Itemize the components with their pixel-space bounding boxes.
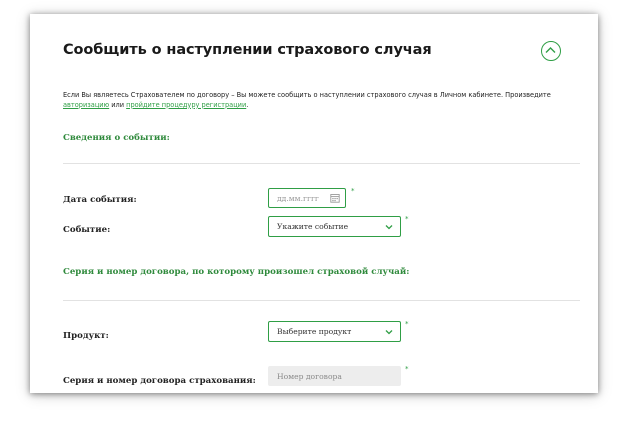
product-select-value: Выберите продукт bbox=[277, 327, 352, 336]
intro-text-main: Если Вы являетесь Страхователем по догов… bbox=[63, 91, 551, 99]
insurance-claim-form: Сообщить о наступлении страхового случая… bbox=[30, 14, 598, 393]
required-mark: * bbox=[405, 320, 409, 328]
chevron-up-icon bbox=[545, 47, 556, 53]
event-select[interactable]: Укажите событие bbox=[268, 216, 401, 237]
contract-number-label: Серия и номер договора страхования: bbox=[63, 376, 256, 386]
event-select-value: Укажите событие bbox=[277, 222, 349, 231]
contract-number-input[interactable]: Номер договора bbox=[268, 366, 401, 386]
collapse-button[interactable] bbox=[541, 41, 561, 61]
divider-event bbox=[63, 163, 580, 164]
event-label: Событие: bbox=[63, 225, 111, 235]
intro-text-or: или bbox=[109, 100, 127, 109]
event-date-label: Дата события: bbox=[63, 195, 137, 205]
calendar-icon bbox=[330, 194, 340, 203]
required-mark: * bbox=[351, 187, 355, 195]
product-select[interactable]: Выберите продукт bbox=[268, 321, 401, 342]
required-mark: * bbox=[405, 215, 409, 223]
contract-number-placeholder: Номер договора bbox=[277, 372, 342, 381]
chevron-down-icon bbox=[385, 330, 393, 335]
event-date-placeholder: дд.мм.гггг bbox=[277, 194, 319, 203]
intro-text-end: . bbox=[246, 100, 249, 109]
event-date-input[interactable]: дд.мм.гггг bbox=[268, 188, 346, 208]
divider-contract bbox=[63, 300, 580, 301]
chevron-down-icon bbox=[385, 225, 393, 230]
section-event-heading: Сведения о событии: bbox=[63, 133, 170, 143]
required-mark: * bbox=[405, 365, 409, 373]
auth-link[interactable]: авторизацию bbox=[63, 101, 109, 109]
product-label: Продукт: bbox=[63, 331, 109, 341]
intro-text: Если Вы являетесь Страхователем по догов… bbox=[63, 91, 588, 110]
form-title: Сообщить о наступлении страхового случая bbox=[63, 42, 432, 58]
section-contract-heading: Серия и номер договора, по которому прои… bbox=[63, 267, 410, 277]
register-link[interactable]: пройдите процедуру регистрации bbox=[126, 101, 246, 109]
